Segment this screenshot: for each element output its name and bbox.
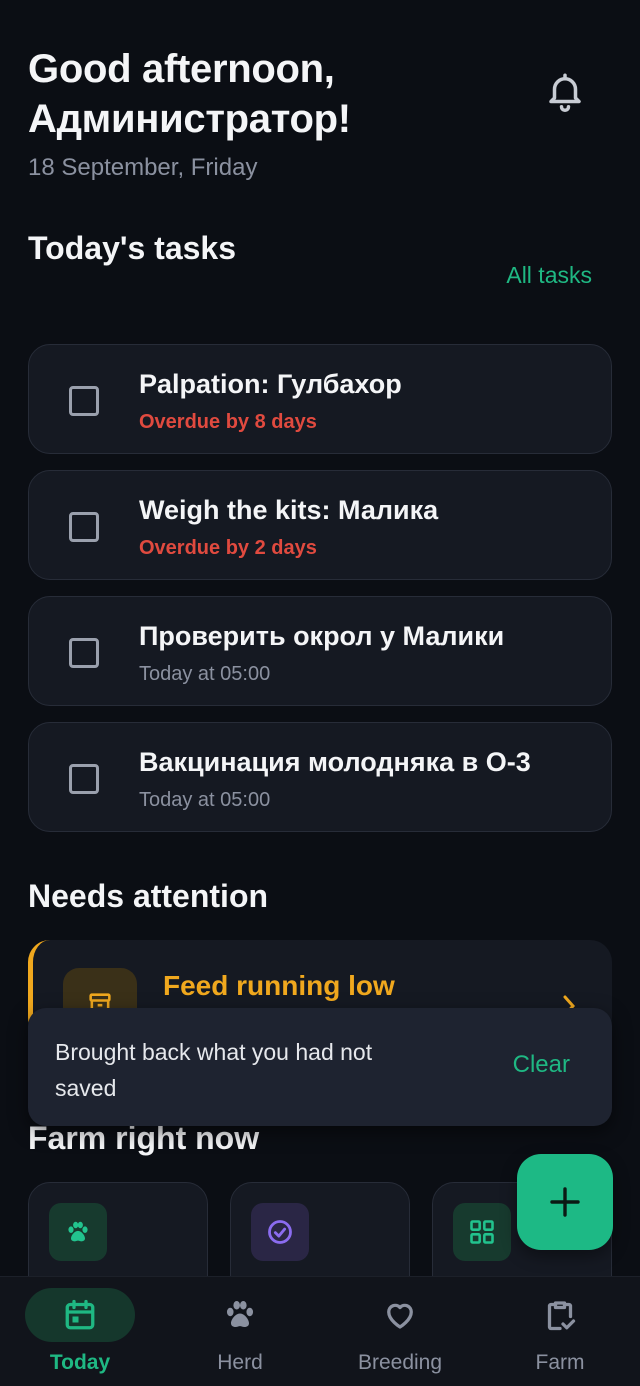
greeting-line-2: Администратор! — [28, 97, 351, 141]
task-due-time: Today at 05:00 — [139, 789, 271, 811]
task-title: Вакцинация молодняка в О-3 — [139, 747, 531, 777]
plus-icon — [550, 1187, 580, 1217]
nav-label: Today — [49, 1351, 111, 1374]
nav-item-today[interactable]: Today — [0, 1277, 160, 1386]
calendar-icon — [65, 1299, 95, 1330]
task-checkbox[interactable] — [69, 638, 99, 668]
task-title: Проверить окрол у Малики — [139, 621, 505, 651]
snackbar: Brought back what you had not saved Clea… — [28, 1008, 612, 1126]
attention-section-title: Needs attention — [28, 878, 269, 914]
current-date: 18 September, Friday — [28, 154, 258, 181]
task-card[interactable]: Palpation: Гулбахор Overdue by 8 days — [28, 344, 612, 454]
task-card[interactable]: Проверить окрол у Малики Today at 05:00 — [28, 596, 612, 706]
paw-icon — [49, 1203, 107, 1261]
heart-icon — [387, 1303, 413, 1329]
task-title: Weigh the kits: Малика — [139, 495, 439, 525]
task-due-time: Today at 05:00 — [139, 663, 271, 685]
nav-item-farm[interactable]: Farm — [480, 1277, 640, 1386]
clipboard-check-icon — [547, 1301, 576, 1331]
nav-item-breeding[interactable]: Breeding — [320, 1277, 480, 1386]
alert-title: Feed running low — [163, 970, 395, 1001]
task-checkbox[interactable] — [69, 764, 99, 794]
task-due-status: Overdue by 2 days — [139, 537, 317, 559]
task-due-status: Overdue by 8 days — [139, 411, 317, 433]
all-tasks-link[interactable]: All tasks — [506, 262, 592, 289]
task-card[interactable]: Вакцинация молодняка в О-3 Today at 05:0… — [28, 722, 612, 832]
nav-label: Farm — [535, 1351, 585, 1374]
task-card[interactable]: Weigh the kits: Малика Overdue by 2 days — [28, 470, 612, 580]
check-circle-icon — [251, 1203, 309, 1261]
task-checkbox[interactable] — [69, 512, 99, 542]
bell-icon[interactable] — [544, 70, 586, 112]
nav-label: Breeding — [357, 1351, 443, 1374]
nav-item-herd[interactable]: Herd — [160, 1277, 320, 1386]
task-checkbox[interactable] — [69, 386, 99, 416]
nav-label: Herd — [217, 1351, 263, 1374]
grid-icon — [453, 1203, 511, 1261]
greeting-line-1: Good afternoon, — [28, 47, 335, 91]
task-title: Palpation: Гулбахор — [139, 369, 402, 399]
tasks-section-title: Today's tasks — [28, 230, 236, 266]
paw-icon — [226, 1301, 254, 1327]
snackbar-message: Brought back what you had not saved — [55, 1039, 373, 1101]
bottom-nav: Today Herd Breeding Farm — [0, 1276, 640, 1386]
snackbar-clear-button[interactable]: Clear — [513, 1051, 570, 1079]
add-fab-button[interactable] — [517, 1154, 613, 1250]
greeting: Good afternoon, Администратор! — [28, 44, 488, 144]
